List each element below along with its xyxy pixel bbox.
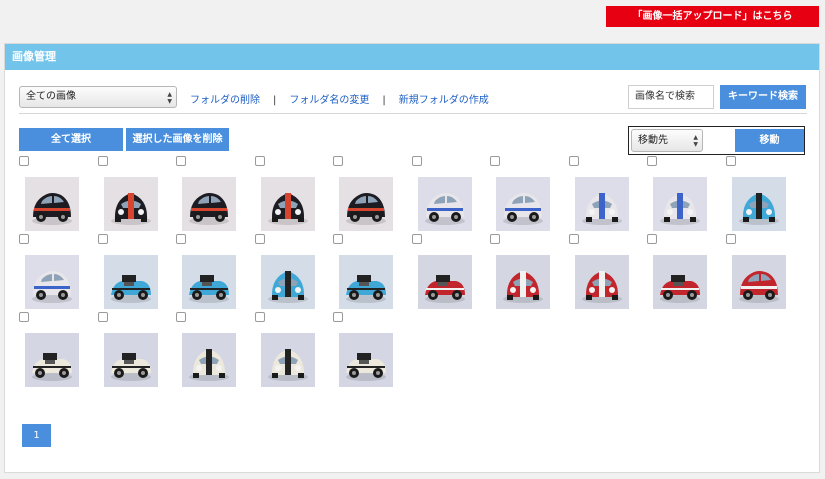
car-photo	[103, 255, 158, 309]
move-target-value: 移動先	[638, 135, 668, 146]
image-checkbox[interactable]	[19, 234, 29, 244]
car-photo	[25, 333, 79, 387]
image-thumbnail[interactable]	[731, 255, 786, 309]
image-thumbnail[interactable]	[103, 255, 158, 309]
bulk-upload-link[interactable]: 「画像一括アップロード」はこちら	[606, 6, 819, 27]
car-photo	[182, 177, 236, 231]
image-checkbox[interactable]	[97, 156, 108, 166]
image-thumbnail[interactable]	[496, 255, 550, 309]
image-checkbox[interactable]	[254, 234, 265, 244]
image-checkbox[interactable]	[490, 156, 500, 166]
image-checkbox[interactable]	[176, 312, 186, 322]
page-button[interactable]: 1	[22, 424, 51, 447]
image-checkbox[interactable]	[333, 234, 343, 244]
image-thumbnail[interactable]	[260, 177, 315, 231]
car-photo	[103, 333, 158, 387]
panel-title: 画像管理	[5, 44, 819, 70]
image-thumbnail[interactable]	[260, 255, 315, 309]
image-thumbnail[interactable]	[339, 177, 393, 231]
link-separator: |	[382, 95, 386, 106]
car-photo	[182, 255, 236, 309]
image-thumbnail[interactable]	[574, 177, 629, 231]
car-photo	[417, 177, 472, 231]
car-photo	[339, 177, 393, 231]
image-checkbox[interactable]	[333, 312, 343, 322]
image-checkbox[interactable]	[411, 234, 422, 244]
car-photo	[339, 333, 393, 387]
delete-folder-link[interactable]: フォルダの削除	[190, 95, 260, 106]
folder-select-value: 全ての画像	[26, 91, 76, 102]
image-thumbnail[interactable]	[25, 177, 79, 231]
car-photo	[417, 255, 472, 309]
car-photo	[25, 177, 79, 231]
image-checkbox[interactable]	[725, 234, 736, 244]
car-photo	[25, 255, 79, 309]
image-name-search-input[interactable]: 画像名で検索	[628, 85, 714, 109]
image-checkbox[interactable]	[254, 156, 265, 166]
image-thumbnail[interactable]	[182, 255, 236, 309]
image-thumbnail[interactable]	[260, 333, 315, 387]
car-photo	[574, 255, 629, 309]
image-thumbnail[interactable]	[339, 333, 393, 387]
image-checkbox[interactable]	[333, 156, 343, 166]
car-photo	[496, 177, 550, 231]
image-thumbnail[interactable]	[339, 255, 393, 309]
delete-selected-button[interactable]: 選択した画像を削除	[126, 128, 229, 151]
car-photo	[574, 177, 629, 231]
image-thumbnail[interactable]	[653, 177, 707, 231]
move-button[interactable]: 移動	[735, 129, 804, 152]
image-checkbox[interactable]	[647, 156, 657, 166]
link-separator: |	[273, 95, 277, 106]
image-thumbnail[interactable]	[653, 255, 707, 309]
image-checkbox[interactable]	[19, 312, 29, 322]
car-photo	[339, 255, 393, 309]
image-checkbox[interactable]	[490, 234, 500, 244]
image-checkbox[interactable]	[411, 156, 422, 166]
image-management-panel: 画像管理 全ての画像 ▲ ▼ フォルダの削除 | フォルダ名の変更 | 新規フォルダの作成…	[4, 43, 820, 473]
image-thumbnail[interactable]	[103, 333, 158, 387]
new-folder-link[interactable]: 新規フォルダの作成	[399, 95, 489, 106]
image-checkbox[interactable]	[254, 312, 265, 322]
car-photo	[260, 255, 315, 309]
select-all-button[interactable]: 全て選択	[19, 128, 123, 151]
image-thumbnail[interactable]	[731, 177, 786, 231]
image-checkbox[interactable]	[97, 312, 108, 322]
image-thumbnail[interactable]	[182, 333, 236, 387]
car-photo	[496, 255, 550, 309]
image-thumbnail[interactable]	[182, 177, 236, 231]
car-photo	[653, 177, 707, 231]
image-thumbnail[interactable]	[417, 255, 472, 309]
folder-select[interactable]: 全ての画像 ▲ ▼	[19, 86, 177, 108]
image-thumbnail[interactable]	[25, 255, 79, 309]
car-photo	[260, 177, 315, 231]
image-checkbox[interactable]	[725, 156, 736, 166]
image-thumbnail[interactable]	[103, 177, 158, 231]
image-checkbox[interactable]	[176, 234, 186, 244]
car-photo	[182, 333, 236, 387]
select-arrows-icon: ▲ ▼	[167, 91, 172, 105]
select-arrows-icon: ▲ ▼	[693, 134, 698, 148]
image-checkbox[interactable]	[176, 156, 186, 166]
car-photo	[103, 177, 158, 231]
keyword-search-button[interactable]: キーワード検索	[720, 85, 806, 109]
image-checkbox[interactable]	[568, 156, 579, 166]
image-thumbnail[interactable]	[496, 177, 550, 231]
image-checkbox[interactable]	[568, 234, 579, 244]
image-thumbnail[interactable]	[25, 333, 79, 387]
image-checkbox[interactable]	[97, 234, 108, 244]
image-checkbox[interactable]	[647, 234, 657, 244]
folder-actions: フォルダの削除 | フォルダ名の変更 | 新規フォルダの作成	[190, 91, 489, 106]
image-checkbox[interactable]	[19, 156, 29, 166]
car-photo	[260, 333, 315, 387]
car-photo	[731, 177, 786, 231]
car-photo	[731, 255, 786, 309]
rename-folder-link[interactable]: フォルダ名の変更	[289, 95, 369, 106]
image-thumbnail[interactable]	[574, 255, 629, 309]
move-controls: 移動先 ▲ ▼ 移動	[628, 126, 805, 155]
toolbar-divider	[19, 113, 807, 114]
move-target-select[interactable]: 移動先 ▲ ▼	[631, 129, 703, 152]
car-photo	[653, 255, 707, 309]
image-thumbnail[interactable]	[417, 177, 472, 231]
